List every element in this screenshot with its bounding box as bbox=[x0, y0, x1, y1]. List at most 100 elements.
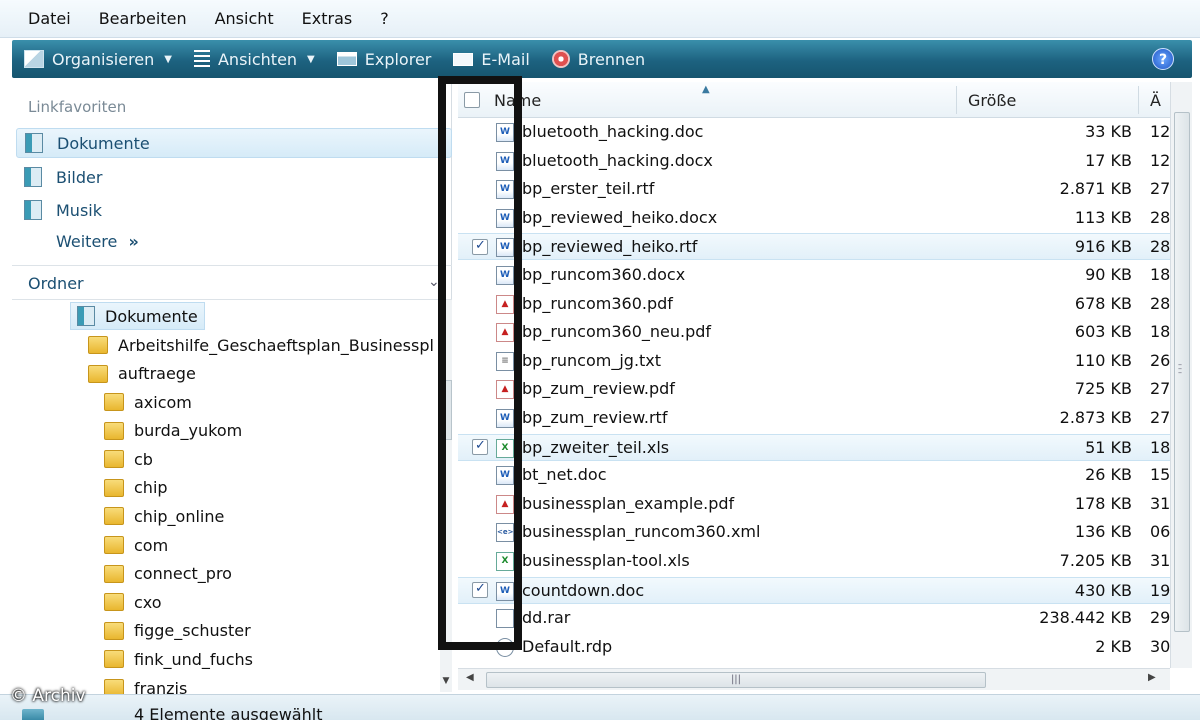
tree-item-folder[interactable]: chip_online bbox=[104, 502, 224, 530]
email-button[interactable]: E-Mail bbox=[453, 49, 530, 69]
file-row[interactable]: Default.rdp 2 KB 30 bbox=[458, 634, 1170, 661]
file-date: 31 bbox=[1150, 551, 1170, 570]
tree-item-folder[interactable]: com bbox=[104, 531, 168, 559]
folder-icon bbox=[104, 621, 124, 640]
tree-label: com bbox=[134, 535, 169, 555]
views-button[interactable]: Ansichten ▼ bbox=[193, 50, 315, 69]
file-date: 27 bbox=[1150, 379, 1170, 399]
tree-item-folder[interactable]: fink_und_fuchs bbox=[104, 645, 253, 673]
menu-item[interactable]: Datei bbox=[28, 9, 71, 28]
navigation-pane: Linkfavoriten Dokumente Bilder Musik Wei… bbox=[12, 80, 452, 698]
scroll-left-icon[interactable]: ◀ bbox=[466, 672, 474, 683]
file-row[interactable]: Wbluetooth_hacking.doc 33 KB 12 bbox=[458, 119, 1170, 146]
column-separator[interactable] bbox=[956, 86, 957, 114]
file-date: 29 bbox=[1150, 608, 1170, 628]
tree-item-folder[interactable]: chip bbox=[104, 474, 168, 502]
file-size: 238.442 KB bbox=[1039, 608, 1132, 628]
tree-item-folder[interactable]: auftraege bbox=[88, 360, 196, 388]
file-date: 19 bbox=[1150, 580, 1170, 600]
favorite-musik[interactable]: Musik bbox=[16, 195, 452, 225]
help-icon[interactable]: ? bbox=[1152, 48, 1174, 70]
explorer-button[interactable]: Explorer bbox=[336, 50, 431, 69]
file-name: bp_zum_review.pdf bbox=[522, 379, 675, 399]
folder-icon bbox=[104, 536, 124, 554]
file-row[interactable]: ▲ bp_runcom360.pdf 678 KB 28 bbox=[458, 291, 1170, 318]
folders-header[interactable]: Ordner bbox=[28, 274, 84, 293]
file-name: bp_erster_teil.rtf bbox=[522, 179, 655, 199]
file-row[interactable]: Xbp_zweiter_teil.xls51 KB18 bbox=[458, 433, 1170, 461]
file-row[interactable]: ▲ businessplan_example.pdf 178 KB 31 bbox=[458, 491, 1170, 518]
tree-item-folder[interactable]: burda_yukom bbox=[104, 417, 242, 445]
file-row[interactable]: Wbp_erster_teil.rtf 2.871 KB 27 bbox=[458, 176, 1170, 203]
file-name: bp_runcom360.docx bbox=[522, 265, 686, 284]
file-date: 18 bbox=[1150, 437, 1170, 457]
file-name: Default.rdp bbox=[522, 636, 613, 656]
tree-item-dokumente[interactable]: Dokumente bbox=[70, 302, 205, 330]
burn-disc-icon bbox=[551, 50, 570, 68]
file-size: 430 KB bbox=[1074, 580, 1132, 600]
file-row[interactable]: dd.rar 238.442 KB 29 bbox=[458, 605, 1170, 632]
menu-item[interactable]: Ansicht bbox=[215, 9, 274, 28]
file-size: 17 KB bbox=[1085, 150, 1132, 170]
file-list-scrollbar[interactable]: – – – bbox=[1170, 82, 1192, 668]
folder-icon bbox=[104, 393, 124, 411]
organize-icon bbox=[24, 50, 44, 68]
scroll-right-icon[interactable]: ▶ bbox=[1148, 672, 1156, 683]
column-name[interactable]: Name bbox=[494, 82, 954, 118]
file-row[interactable]: Wbp_runcom360.docx 90 KB 18 bbox=[458, 262, 1170, 289]
column-date[interactable]: Ä bbox=[1150, 82, 1170, 118]
folder-icon bbox=[104, 507, 124, 526]
menu-item[interactable]: Extras bbox=[302, 9, 353, 28]
file-row[interactable]: Wbp_zum_review.rtf 2.873 KB 27 bbox=[458, 405, 1170, 432]
file-row[interactable]: ▲ bp_zum_review.pdf 725 KB 27 bbox=[458, 376, 1170, 403]
file-row[interactable]: <e> businessplan_runcom360.xml 136 KB 06 bbox=[458, 519, 1170, 546]
nav-divider bbox=[12, 299, 452, 300]
watermark: © Archiv bbox=[10, 686, 86, 706]
tree-label: connect_pro bbox=[134, 564, 232, 584]
file-date: 12 bbox=[1150, 122, 1170, 141]
file-row[interactable]: Wcountdown.doc430 KB19 bbox=[458, 576, 1170, 604]
file-date: 28 bbox=[1150, 207, 1170, 227]
tree-item-folder[interactable]: figge_schuster bbox=[104, 617, 251, 645]
tree-item-folder[interactable]: connect_pro bbox=[104, 560, 232, 588]
tree-item-folder[interactable]: axicom bbox=[104, 388, 192, 416]
file-row[interactable]: Wbt_net.doc 26 KB 15 bbox=[458, 462, 1170, 489]
favorite-dokumente[interactable]: Dokumente bbox=[16, 128, 452, 158]
file-row[interactable]: ≡ bp_runcom_jg.txt 110 KB 26 bbox=[458, 348, 1170, 375]
burn-button[interactable]: Brennen bbox=[551, 50, 645, 69]
tree-label: cxo bbox=[134, 592, 162, 612]
file-name: businessplan-tool.xls bbox=[522, 551, 690, 570]
file-row[interactable]: ▲ bp_runcom360_neu.pdf 603 KB 18 bbox=[458, 319, 1170, 346]
file-date: 28 bbox=[1150, 293, 1170, 313]
file-row[interactable]: Xbusinessplan-tool.xls 7.205 KB 31 bbox=[458, 548, 1170, 575]
more-favorites-link[interactable]: Weitere » bbox=[56, 232, 139, 251]
scroll-down-icon[interactable]: ▼ bbox=[440, 676, 452, 692]
menu-item[interactable]: ? bbox=[380, 9, 389, 28]
command-bar: Organisieren ▼ Ansichten ▼ Explorer E-Ma… bbox=[12, 40, 1192, 78]
file-size: 110 KB bbox=[1074, 350, 1132, 370]
organize-button[interactable]: Organisieren ▼ bbox=[24, 50, 172, 69]
file-row[interactable]: Wbp_reviewed_heiko.rtf916 KB28 bbox=[458, 233, 1170, 261]
folder-icon bbox=[104, 593, 124, 612]
tree-item-folder[interactable]: Arbeitshilfe_Geschaeftsplan_Businesspl bbox=[88, 331, 434, 359]
email-icon bbox=[453, 52, 474, 66]
tree-item-folder[interactable]: cxo bbox=[104, 588, 162, 616]
file-row[interactable]: Wbluetooth_hacking.docx 17 KB 12 bbox=[458, 148, 1170, 175]
file-row[interactable]: Wbp_reviewed_heiko.docx 113 KB 28 bbox=[458, 205, 1170, 232]
folder-icon bbox=[104, 650, 124, 669]
tree-item-folder[interactable]: cb bbox=[104, 445, 153, 473]
column-size[interactable]: Größe bbox=[968, 82, 1138, 118]
email-label: E-Mail bbox=[481, 49, 530, 69]
file-name: businessplan_runcom360.xml bbox=[522, 522, 761, 542]
pictures-icon bbox=[24, 167, 42, 187]
file-name: countdown.doc bbox=[522, 580, 645, 600]
column-separator[interactable] bbox=[1138, 86, 1139, 114]
file-size: 26 KB bbox=[1085, 465, 1132, 485]
file-list-scrollbar-thumb[interactable]: – – – bbox=[1174, 112, 1190, 632]
horizontal-scrollbar[interactable]: ◀ ||| ▶ bbox=[458, 668, 1170, 690]
favorite-bilder[interactable]: Bilder bbox=[16, 162, 452, 192]
menu-item[interactable]: Bearbeiten bbox=[99, 9, 187, 28]
horizontal-scrollbar-thumb[interactable]: ||| bbox=[486, 672, 986, 688]
file-name: dd.rar bbox=[522, 608, 571, 628]
more-label: Weitere bbox=[56, 232, 118, 251]
